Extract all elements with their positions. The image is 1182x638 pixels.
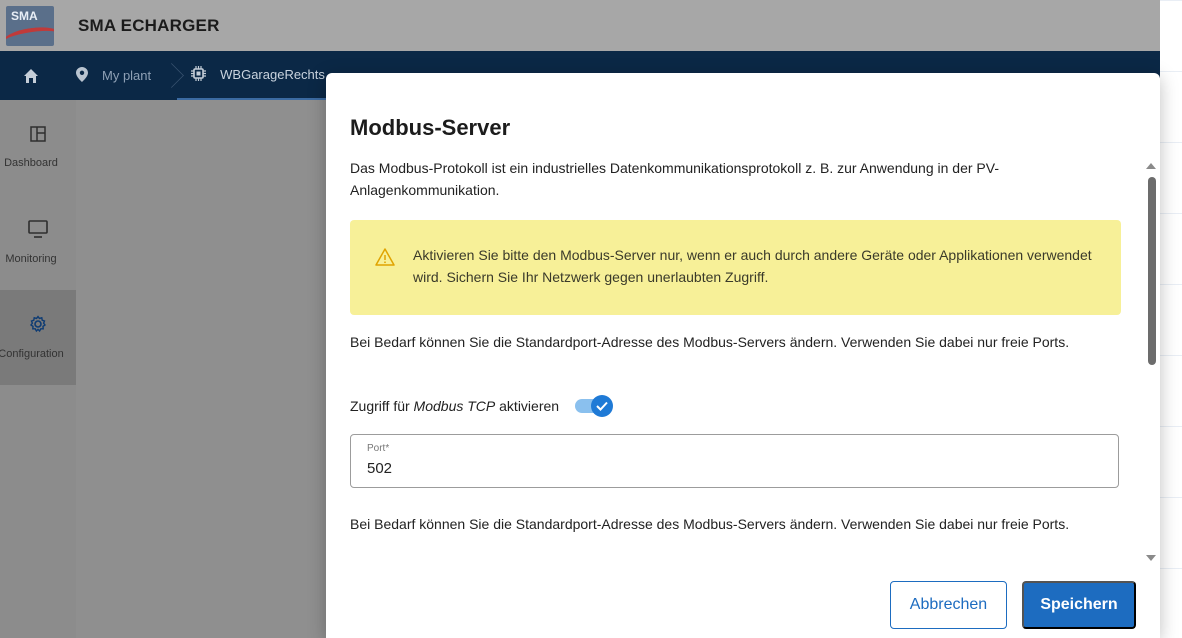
monitor-icon <box>28 220 48 243</box>
port-info-text: Bei Bedarf können Sie die Standardport-A… <box>350 334 1070 350</box>
home-icon <box>24 68 38 83</box>
port-input-value[interactable]: 502 <box>367 459 392 479</box>
warning-alert: Aktivieren Sie bitte den Modbus-Server n… <box>350 220 1121 315</box>
warning-icon <box>375 248 395 271</box>
port-input-label: Port* <box>367 443 390 454</box>
dialog-title: Modbus-Server <box>350 115 511 140</box>
check-icon <box>591 395 614 417</box>
intro-text: Das Modbus-Protokoll ist ein industriell… <box>350 160 999 198</box>
sidebar-item-dashboard[interactable]: Dashboard <box>0 100 76 195</box>
dialog-footer: Abbrechen Speichern <box>326 568 1160 638</box>
location-pin-icon <box>76 66 88 85</box>
breadcrumb-label: My plant <box>102 68 152 83</box>
toggle-label-prefix: Zugriff für <box>350 398 414 414</box>
dialog-body: Das Modbus-Protokoll ist ein industriell… <box>350 157 1122 561</box>
breadcrumb-device[interactable]: WBGarageRechts <box>177 51 339 100</box>
sidebar-item-label: Monitoring <box>5 253 57 265</box>
scroll-down-icon[interactable] <box>1146 555 1156 561</box>
toggle-label-suffix: aktivieren <box>495 398 560 414</box>
app-title: SMA ECHARGER <box>78 15 220 35</box>
save-button[interactable]: Speichern <box>1022 581 1136 629</box>
cancel-button[interactable]: Abbrechen <box>890 581 1007 629</box>
logo-swoosh <box>6 23 54 46</box>
sidebar-item-label: Configuration <box>0 348 64 360</box>
port-input[interactable]: Port* 502 <box>350 434 1119 488</box>
sidebar-item-configuration[interactable]: Configuration <box>0 290 76 385</box>
toggle-label: Zugriff für Modbus TCP aktivieren <box>350 395 559 417</box>
port-info-text-2: Bei Bedarf können Sie die Standardport-A… <box>350 516 1070 532</box>
warning-text: Aktivieren Sie bitte den Modbus-Server n… <box>413 247 1092 285</box>
sma-logo: SMA <box>6 5 54 46</box>
modbus-server-dialog: Modbus-Server Das Modbus-Protokoll ist e… <box>326 73 1160 638</box>
breadcrumb-label: WBGarageRechts <box>220 67 325 82</box>
toggle-label-emphasis: Modbus TCP <box>413 398 496 414</box>
sidebar-item-label: Dashboard <box>4 157 58 169</box>
gear-icon <box>29 315 47 338</box>
breadcrumb-my-plant[interactable]: My plant <box>62 51 165 100</box>
dashboard-icon <box>30 126 46 147</box>
modbus-tcp-toggle-row: Zugriff für Modbus TCP aktivieren <box>350 395 614 417</box>
top-bar: SMA SMA ECHARGER <box>0 0 1160 51</box>
logo-text: SMA <box>11 8 38 23</box>
dialog-scrollbar[interactable] <box>1144 157 1158 561</box>
sidebar: Dashboard Monitoring Configuration <box>0 100 76 638</box>
modbus-tcp-toggle[interactable] <box>575 395 614 417</box>
breadcrumb-separator <box>165 51 177 100</box>
scrollbar-thumb[interactable] <box>1148 177 1156 365</box>
sidebar-item-monitoring[interactable]: Monitoring <box>0 195 76 290</box>
home-button[interactable] <box>0 51 62 100</box>
device-chip-icon <box>191 65 207 84</box>
scroll-up-icon[interactable] <box>1146 163 1156 169</box>
